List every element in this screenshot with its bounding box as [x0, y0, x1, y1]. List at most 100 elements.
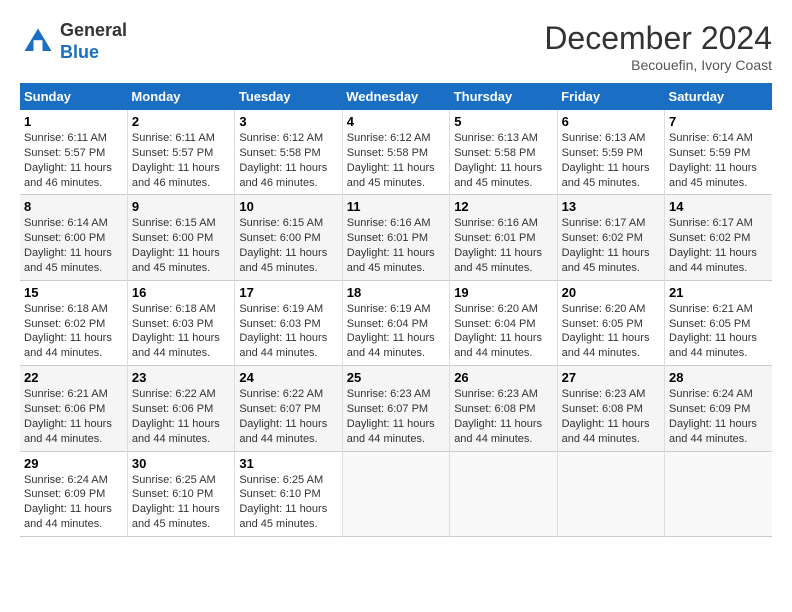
day-number: 15 — [24, 285, 123, 300]
day-number: 16 — [132, 285, 230, 300]
calendar-cell — [557, 451, 664, 536]
day-info: Sunrise: 6:19 AM Sunset: 6:04 PM Dayligh… — [347, 302, 445, 361]
calendar-cell: 18 Sunrise: 6:19 AM Sunset: 6:04 PM Dayli… — [342, 280, 449, 365]
day-number: 3 — [239, 114, 337, 129]
logo-icon — [20, 24, 56, 60]
day-number: 8 — [24, 199, 123, 214]
day-number: 5 — [454, 114, 552, 129]
day-number: 4 — [347, 114, 445, 129]
day-info: Sunrise: 6:23 AM Sunset: 6:08 PM Dayligh… — [562, 387, 660, 446]
day-number: 2 — [132, 114, 230, 129]
day-info: Sunrise: 6:23 AM Sunset: 6:08 PM Dayligh… — [454, 387, 552, 446]
col-header-monday: Monday — [127, 83, 234, 110]
day-number: 1 — [24, 114, 123, 129]
calendar-cell: 20 Sunrise: 6:20 AM Sunset: 6:05 PM Dayli… — [557, 280, 664, 365]
day-info: Sunrise: 6:16 AM Sunset: 6:01 PM Dayligh… — [454, 216, 552, 275]
day-info: Sunrise: 6:22 AM Sunset: 6:06 PM Dayligh… — [132, 387, 230, 446]
day-number: 28 — [669, 370, 768, 385]
calendar-cell: 22Sunrise: 6:21 AM Sunset: 6:06 PM Dayli… — [20, 366, 127, 451]
calendar-cell: 13 Sunrise: 6:17 AM Sunset: 6:02 PM Dayli… — [557, 195, 664, 280]
calendar-cell: 19Sunrise: 6:20 AM Sunset: 6:04 PM Dayli… — [450, 280, 557, 365]
day-info: Sunrise: 6:20 AM Sunset: 6:05 PM Dayligh… — [562, 302, 660, 361]
day-number: 18 — [347, 285, 445, 300]
col-header-friday: Friday — [557, 83, 664, 110]
day-info: Sunrise: 6:13 AM Sunset: 5:58 PM Dayligh… — [454, 131, 552, 190]
calendar-cell: 31 Sunrise: 6:25 AM Sunset: 6:10 PM Dayli… — [235, 451, 342, 536]
day-number: 10 — [239, 199, 337, 214]
calendar-cell: 17 Sunrise: 6:19 AM Sunset: 6:03 PM Dayli… — [235, 280, 342, 365]
calendar-cell — [450, 451, 557, 536]
day-info: Sunrise: 6:17 AM Sunset: 6:02 PM Dayligh… — [669, 216, 768, 275]
calendar-cell: 27Sunrise: 6:23 AM Sunset: 6:08 PM Dayli… — [557, 366, 664, 451]
day-info: Sunrise: 6:14 AM Sunset: 5:59 PM Dayligh… — [669, 131, 768, 190]
calendar-cell — [342, 451, 449, 536]
day-info: Sunrise: 6:20 AM Sunset: 6:04 PM Dayligh… — [454, 302, 552, 361]
day-number: 23 — [132, 370, 230, 385]
day-info: Sunrise: 6:22 AM Sunset: 6:07 PM Dayligh… — [239, 387, 337, 446]
day-number: 20 — [562, 285, 660, 300]
day-info: Sunrise: 6:24 AM Sunset: 6:09 PM Dayligh… — [669, 387, 768, 446]
calendar-cell: 21 Sunrise: 6:21 AM Sunset: 6:05 PM Dayli… — [665, 280, 772, 365]
day-number: 14 — [669, 199, 768, 214]
calendar-cell: 10 Sunrise: 6:15 AM Sunset: 6:00 PM Dayli… — [235, 195, 342, 280]
day-info: Sunrise: 6:15 AM Sunset: 6:00 PM Dayligh… — [239, 216, 337, 275]
day-info: Sunrise: 6:21 AM Sunset: 6:05 PM Dayligh… — [669, 302, 768, 361]
calendar-cell: 1 Sunrise: 6:11 AM Sunset: 5:57 PM Daylig… — [20, 110, 127, 195]
month-title: December 2024 — [544, 20, 772, 57]
calendar-cell: 28 Sunrise: 6:24 AM Sunset: 6:09 PM Dayli… — [665, 366, 772, 451]
day-info: Sunrise: 6:23 AM Sunset: 6:07 PM Dayligh… — [347, 387, 445, 446]
day-info: Sunrise: 6:11 AM Sunset: 5:57 PM Dayligh… — [24, 131, 123, 190]
day-info: Sunrise: 6:18 AM Sunset: 6:03 PM Dayligh… — [132, 302, 230, 361]
day-number: 9 — [132, 199, 230, 214]
day-number: 24 — [239, 370, 337, 385]
col-header-sunday: Sunday — [20, 83, 127, 110]
calendar-header-row: SundayMondayTuesdayWednesdayThursdayFrid… — [20, 83, 772, 110]
calendar-cell: 24 Sunrise: 6:22 AM Sunset: 6:07 PM Dayli… — [235, 366, 342, 451]
col-header-saturday: Saturday — [665, 83, 772, 110]
day-number: 7 — [669, 114, 768, 129]
day-number: 30 — [132, 456, 230, 471]
day-info: Sunrise: 6:24 AM Sunset: 6:09 PM Dayligh… — [24, 473, 123, 532]
logo: General Blue — [20, 20, 127, 63]
col-header-wednesday: Wednesday — [342, 83, 449, 110]
calendar-cell: 29 Sunrise: 6:24 AM Sunset: 6:09 PM Dayli… — [20, 451, 127, 536]
calendar-cell: 8 Sunrise: 6:14 AM Sunset: 6:00 PM Daylig… — [20, 195, 127, 280]
calendar-week-row: 29 Sunrise: 6:24 AM Sunset: 6:09 PM Dayli… — [20, 451, 772, 536]
calendar-cell: 16 Sunrise: 6:18 AM Sunset: 6:03 PM Dayli… — [127, 280, 234, 365]
calendar-cell: 26Sunrise: 6:23 AM Sunset: 6:08 PM Dayli… — [450, 366, 557, 451]
day-info: Sunrise: 6:16 AM Sunset: 6:01 PM Dayligh… — [347, 216, 445, 275]
title-block: December 2024 Becouefin, Ivory Coast — [544, 20, 772, 73]
calendar-week-row: 22Sunrise: 6:21 AM Sunset: 6:06 PM Dayli… — [20, 366, 772, 451]
day-number: 29 — [24, 456, 123, 471]
calendar-cell: 12 Sunrise: 6:16 AM Sunset: 6:01 PM Dayli… — [450, 195, 557, 280]
day-number: 21 — [669, 285, 768, 300]
calendar-cell: 25Sunrise: 6:23 AM Sunset: 6:07 PM Dayli… — [342, 366, 449, 451]
day-info: Sunrise: 6:19 AM Sunset: 6:03 PM Dayligh… — [239, 302, 337, 361]
calendar-week-row: 8 Sunrise: 6:14 AM Sunset: 6:00 PM Daylig… — [20, 195, 772, 280]
col-header-thursday: Thursday — [450, 83, 557, 110]
day-number: 17 — [239, 285, 337, 300]
calendar-cell: 5 Sunrise: 6:13 AM Sunset: 5:58 PM Daylig… — [450, 110, 557, 195]
calendar-cell: 14 Sunrise: 6:17 AM Sunset: 6:02 PM Dayli… — [665, 195, 772, 280]
calendar-cell: 7 Sunrise: 6:14 AM Sunset: 5:59 PM Daylig… — [665, 110, 772, 195]
day-number: 12 — [454, 199, 552, 214]
day-info: Sunrise: 6:12 AM Sunset: 5:58 PM Dayligh… — [239, 131, 337, 190]
day-info: Sunrise: 6:18 AM Sunset: 6:02 PM Dayligh… — [24, 302, 123, 361]
day-number: 13 — [562, 199, 660, 214]
day-info: Sunrise: 6:21 AM Sunset: 6:06 PM Dayligh… — [24, 387, 123, 446]
day-number: 6 — [562, 114, 660, 129]
day-number: 31 — [239, 456, 337, 471]
col-header-tuesday: Tuesday — [235, 83, 342, 110]
day-info: Sunrise: 6:25 AM Sunset: 6:10 PM Dayligh… — [132, 473, 230, 532]
calendar-cell: 2Sunrise: 6:11 AM Sunset: 5:57 PM Daylig… — [127, 110, 234, 195]
calendar-cell: 3 Sunrise: 6:12 AM Sunset: 5:58 PM Daylig… — [235, 110, 342, 195]
calendar-week-row: 15 Sunrise: 6:18 AM Sunset: 6:02 PM Dayli… — [20, 280, 772, 365]
logo-text: General Blue — [60, 20, 127, 63]
day-info: Sunrise: 6:25 AM Sunset: 6:10 PM Dayligh… — [239, 473, 337, 532]
day-info: Sunrise: 6:17 AM Sunset: 6:02 PM Dayligh… — [562, 216, 660, 275]
calendar-cell: 6 Sunrise: 6:13 AM Sunset: 5:59 PM Daylig… — [557, 110, 664, 195]
calendar-cell: 4Sunrise: 6:12 AM Sunset: 5:58 PM Daylig… — [342, 110, 449, 195]
calendar-cell: 23 Sunrise: 6:22 AM Sunset: 6:06 PM Dayli… — [127, 366, 234, 451]
day-info: Sunrise: 6:13 AM Sunset: 5:59 PM Dayligh… — [562, 131, 660, 190]
day-info: Sunrise: 6:14 AM Sunset: 6:00 PM Dayligh… — [24, 216, 123, 275]
